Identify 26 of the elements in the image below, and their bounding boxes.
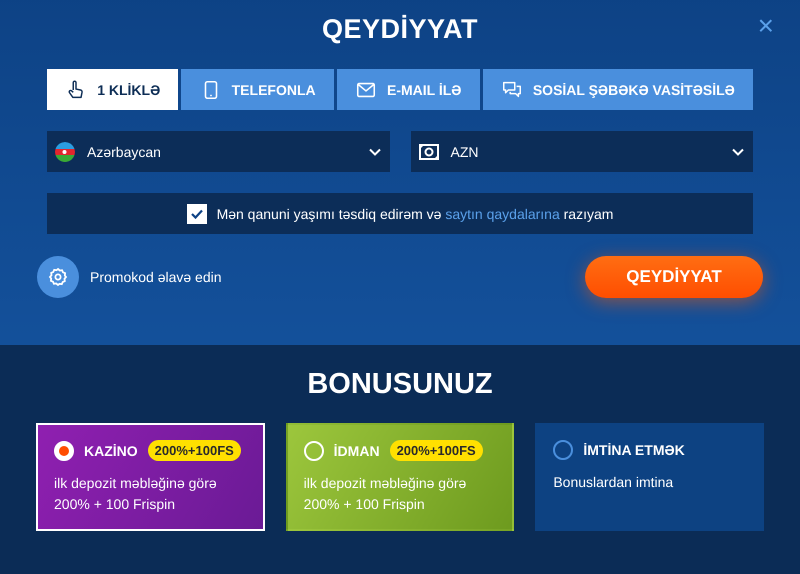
bonus-badge: 200%+100FS: [148, 440, 241, 461]
flag-icon: [55, 142, 75, 162]
dropdown[interactable]: Azərbaycan: [47, 131, 390, 172]
promo-code-link[interactable]: Promokod əlavə edin: [90, 269, 585, 285]
promo-gear-button[interactable]: [37, 256, 79, 298]
gear-icon: [48, 267, 68, 287]
dropdown[interactable]: AZN: [410, 131, 753, 172]
bonus-description: ilk depozit məbləğinə görə 200% + 100 Frispin: [304, 474, 468, 514]
rules-link[interactable]: saytın qaydalarına: [445, 206, 560, 222]
radio-button[interactable]: [553, 440, 574, 460]
bonus-name: İMTİNA ETMƏK: [583, 442, 685, 458]
bonus-card[interactable]: İMTİNA ETMƏK Bonuslardan imtina: [535, 423, 764, 531]
bonus-card[interactable]: İDMAN 200%+100FS ilk depozit məbləğinə görə 200% + 100 Frispin: [286, 423, 514, 531]
agreement-text: Mən qanuni yaşımı təsdiq edirəm və saytın qaydalarına razıyam: [216, 206, 614, 222]
dialog-title: QEYDİYYAT: [320, 13, 480, 46]
bonus-title: BONUSUNUZ: [306, 367, 494, 402]
banknote-icon: [418, 142, 438, 162]
checkbox[interactable]: [186, 204, 207, 224]
bonus-description: ilk depozit məbləğinə görə 200% + 100 Frispin: [54, 474, 218, 514]
close-button[interactable]: ×: [754, 10, 778, 42]
bonus-badge: 200%+100FS: [390, 440, 483, 461]
bonus-name: KAZİNO: [84, 442, 138, 458]
bonus-name: İDMAN: [334, 442, 380, 458]
tab[interactable]: 1 KLİKLƏ: [47, 69, 178, 110]
bonus-description: Bonuslardan imtina: [553, 473, 674, 492]
bonus-card[interactable]: KAZİNO 200%+100FS ilk depozit məbləğinə görə 200% + 100 Frispin: [36, 423, 265, 531]
